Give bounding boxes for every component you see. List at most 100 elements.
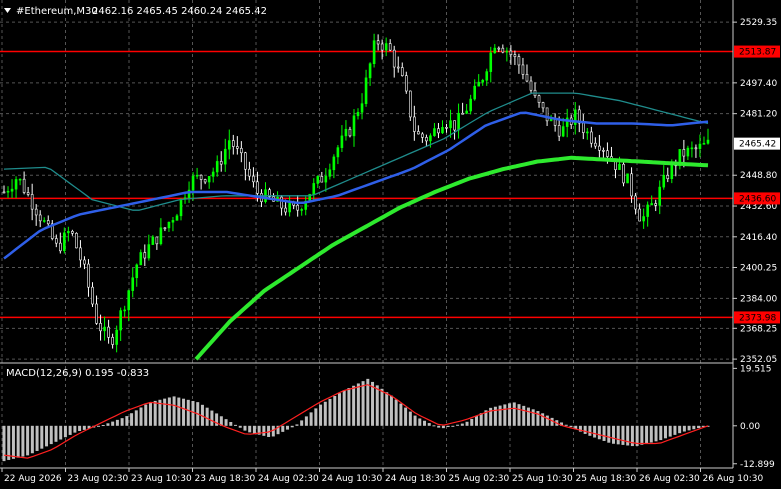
macd-histogram-bar <box>640 425 644 445</box>
candle-body <box>481 79 485 83</box>
candle-body <box>280 196 283 209</box>
macd-histogram-bar <box>441 425 445 429</box>
chart-canvas[interactable]: #Ethereum,M30 2462.16 2465.45 2460.24 24… <box>0 0 781 489</box>
candle-body <box>34 208 38 216</box>
macd-histogram-bar <box>687 425 691 431</box>
candle-body <box>388 43 392 51</box>
macd-histogram-bar <box>163 398 167 426</box>
candle-body <box>155 236 159 245</box>
macd-histogram-bar <box>371 381 375 426</box>
candle-body <box>244 152 247 170</box>
candle-body <box>195 174 199 177</box>
candle-body <box>618 163 621 170</box>
candle-body <box>232 140 235 147</box>
candle-body <box>513 54 517 57</box>
macd-histogram-bar <box>503 404 507 426</box>
candle-body <box>465 110 468 114</box>
macd-histogram-bar <box>125 416 129 426</box>
candle-body <box>634 195 637 210</box>
macd-tick-label: 0.00 <box>740 422 760 432</box>
macd-histogram-bar <box>167 397 171 426</box>
macd-histogram-bar <box>153 400 157 426</box>
candle-body <box>256 181 259 194</box>
candle-body <box>445 127 448 129</box>
candle-body <box>223 148 227 165</box>
candle-body <box>650 203 653 206</box>
candle-body <box>437 128 440 134</box>
price-tick-label: 2384.00 <box>740 294 777 304</box>
candle-body <box>30 194 34 210</box>
macd-histogram-bar <box>682 425 686 432</box>
candle-body <box>340 135 344 148</box>
candle-body <box>670 162 674 179</box>
time-tick-label: 24 Aug 18:30 <box>385 474 446 484</box>
candle-body <box>682 149 686 157</box>
candle-body <box>328 169 332 177</box>
macd-histogram-bar <box>82 425 86 430</box>
macd-histogram-bar <box>229 422 233 426</box>
candle-body <box>581 122 585 133</box>
macd-histogram-bar <box>295 424 299 426</box>
candle-body <box>417 131 420 135</box>
macd-histogram-bar <box>323 401 327 426</box>
macd-histogram-bar <box>78 425 82 432</box>
candle-body <box>115 329 118 345</box>
candle-body <box>199 174 203 180</box>
macd-histogram-bar <box>602 425 606 441</box>
macd-histogram-bar <box>465 421 469 426</box>
macd-histogram-bar <box>569 425 573 428</box>
macd-histogram-bar <box>234 424 238 426</box>
macd-histogram-bar <box>522 405 526 426</box>
candle-body <box>252 175 255 183</box>
candle-body <box>702 143 706 145</box>
macd-histogram-bar <box>172 396 176 426</box>
time-tick-label: 23 Aug 10:30 <box>131 474 192 484</box>
candle-body <box>151 236 155 245</box>
candle-body <box>46 220 50 225</box>
time-tick-label: 26 Aug 10:30 <box>703 474 764 484</box>
macd-histogram-bar <box>7 425 11 460</box>
candle-body <box>457 112 460 131</box>
macd-histogram-bar <box>300 420 304 426</box>
macd-histogram-bar <box>456 424 460 426</box>
price-tick-label: 2416.40 <box>740 233 777 243</box>
candle-body <box>537 95 541 103</box>
candle-body <box>38 214 42 222</box>
candle-body <box>413 116 416 132</box>
candle-body <box>602 150 605 152</box>
macd-histogram-bar <box>423 420 427 426</box>
macd-histogram-bar <box>347 388 351 426</box>
macd-histogram-bar <box>248 425 252 433</box>
macd-histogram-bar <box>73 425 77 433</box>
macd-histogram-bar <box>493 406 497 426</box>
time-tick-label: 24 Aug 02:30 <box>258 474 319 484</box>
macd-histogram-bar <box>111 421 115 426</box>
macd-histogram-bar <box>63 425 67 438</box>
candle-body <box>690 147 694 150</box>
candle-body <box>461 112 464 115</box>
time-tick-label: 25 Aug 18:30 <box>576 474 637 484</box>
candle-body <box>14 179 18 190</box>
candle-body <box>662 174 666 188</box>
macd-histogram-bar <box>607 425 611 443</box>
candle-body <box>352 115 356 137</box>
candle-body <box>433 128 436 137</box>
candle-body <box>356 111 360 117</box>
candle-body <box>248 168 251 177</box>
candle-body <box>2 191 6 194</box>
macd-histogram-bar <box>30 425 34 454</box>
time-tick-label: 25 Aug 02:30 <box>449 474 510 484</box>
price-tick-label: 2400.25 <box>740 263 777 273</box>
macd-histogram-bar <box>673 425 677 435</box>
candle-body <box>207 176 211 183</box>
candle-body <box>163 227 167 230</box>
macd-histogram-bar <box>498 405 502 426</box>
candle-body <box>545 107 549 122</box>
candle-body <box>159 227 163 245</box>
macd-histogram-bar <box>612 425 616 444</box>
candle-body <box>666 174 670 179</box>
candle-body <box>654 203 658 206</box>
macd-histogram-bar <box>474 416 478 426</box>
macd-histogram-bar <box>545 415 549 426</box>
macd-histogram-bar <box>460 423 464 426</box>
